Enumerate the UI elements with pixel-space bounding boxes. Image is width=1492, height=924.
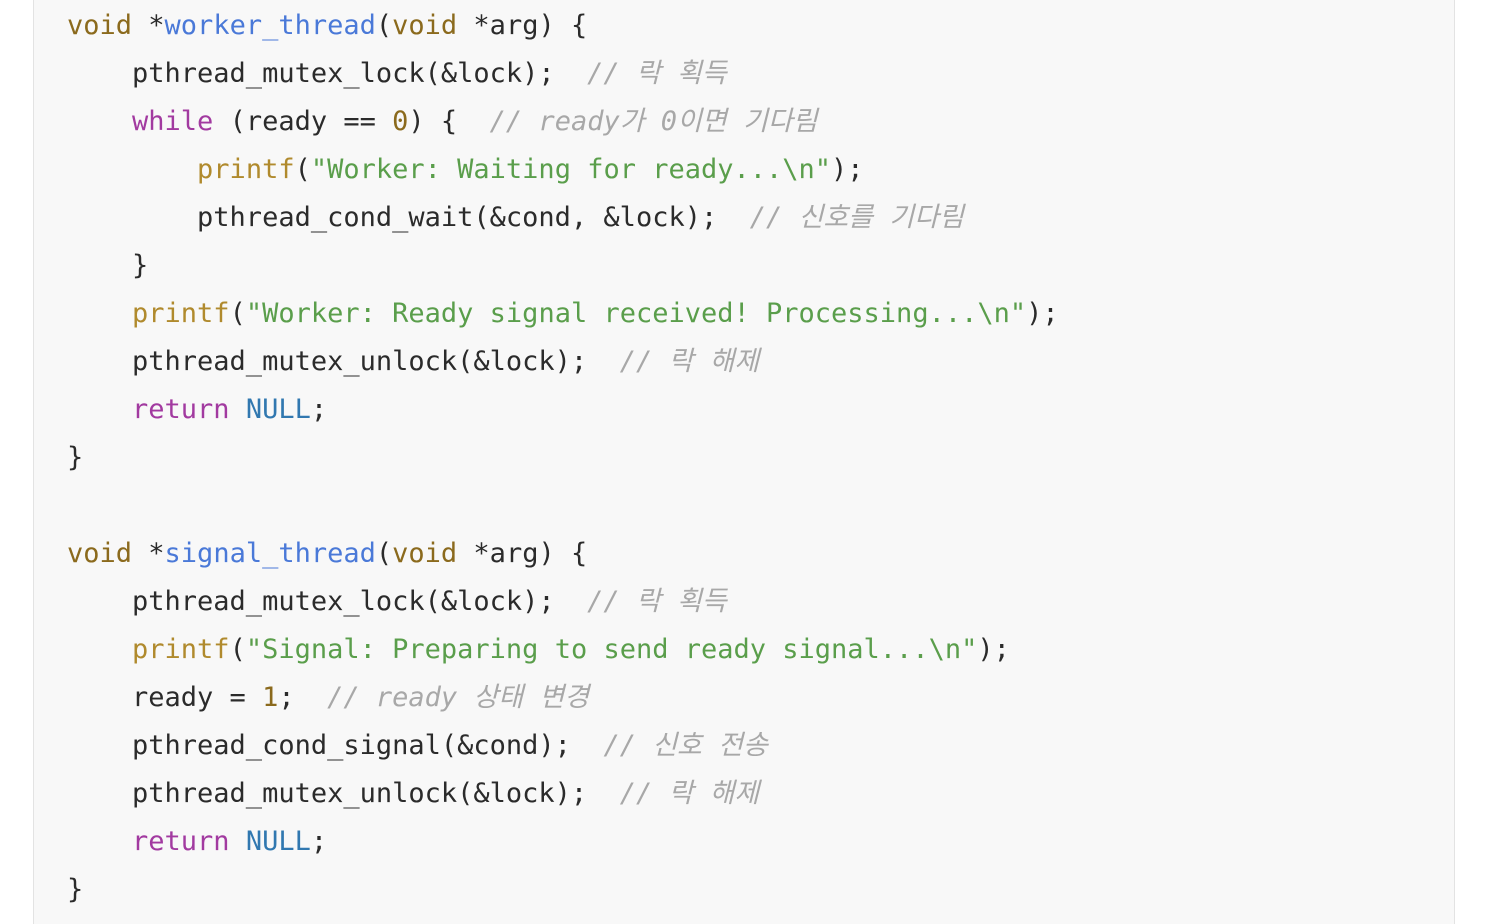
- code-line: return NULL;: [67, 818, 1059, 866]
- code-comment-token: // ready 상태 변경: [327, 682, 590, 713]
- code-text-token: ;: [278, 682, 328, 713]
- code-block: void *worker_thread(void *arg) { pthread…: [33, 0, 1455, 924]
- code-text-token: pthread_mutex_unlock(&lock);: [67, 346, 620, 377]
- type-token: void: [392, 10, 458, 41]
- code-line: pthread_mutex_lock(&lock); // 락 획득: [67, 578, 1059, 626]
- number-literal-token: 0: [392, 106, 409, 137]
- code-text-token: ;: [310, 394, 328, 425]
- builtin-function-token: printf: [197, 154, 295, 185]
- code-line: void *worker_thread(void *arg) {: [67, 2, 1059, 50]
- code-text-token: ;: [310, 826, 328, 857]
- code-text-token: }: [67, 442, 84, 473]
- code-line: pthread_mutex_lock(&lock); // 락 획득: [67, 50, 1059, 98]
- code-text-token: pthread_mutex_unlock(&lock);: [67, 778, 620, 809]
- code-line: printf("Worker: Ready signal received! P…: [67, 290, 1059, 338]
- type-token: void: [67, 538, 133, 569]
- function-name-token: signal_thread: [164, 538, 376, 569]
- string-literal-token: "Signal: Preparing to send ready signal.…: [245, 634, 978, 665]
- code-text-token: }: [67, 250, 149, 281]
- builtin-function-token: printf: [132, 298, 230, 329]
- code-text-token: );: [977, 634, 1010, 665]
- code-text-token: (ready ==: [213, 106, 393, 137]
- keyword-token: return: [132, 394, 230, 425]
- code-line: pthread_mutex_unlock(&lock); // 락 해제: [67, 770, 1059, 818]
- keyword-token: return: [132, 826, 230, 857]
- code-text-token: pthread_cond_signal(&cond);: [67, 730, 604, 761]
- code-text-token: (: [229, 634, 246, 665]
- string-literal-token: "Worker: Waiting for ready...\n": [310, 154, 832, 185]
- code-line: pthread_mutex_unlock(&lock); // 락 해제: [67, 338, 1059, 386]
- code-comment-token: // 신호를 기다림: [749, 202, 964, 233]
- code-text-token: }: [67, 874, 84, 905]
- code-line: }: [67, 434, 1059, 482]
- builtin-function-token: printf: [132, 634, 230, 665]
- code-line: ready = 1; // ready 상태 변경: [67, 674, 1059, 722]
- code-line: ​: [67, 482, 1059, 530]
- code-line: return NULL;: [67, 386, 1059, 434]
- code-line: printf("Worker: Waiting for ready...\n")…: [67, 146, 1059, 194]
- code-text-token: pthread_mutex_lock(&lock);: [67, 58, 588, 89]
- keyword-token: while: [132, 106, 214, 137]
- code-text-token: (: [229, 298, 246, 329]
- type-token: void: [67, 10, 133, 41]
- code-line: printf("Signal: Preparing to send ready …: [67, 626, 1059, 674]
- code-text-token: *arg) {: [457, 10, 588, 41]
- code-line: void *signal_thread(void *arg) {: [67, 530, 1059, 578]
- code-line: pthread_cond_wait(&cond, &lock); // 신호를 …: [67, 194, 1059, 242]
- code-text-token: *: [132, 538, 165, 569]
- code-comment-token: // ready가 0이면 기다림: [489, 106, 818, 137]
- constant-token: NULL: [245, 394, 311, 425]
- code-line: pthread_cond_signal(&cond); // 신호 전송: [67, 722, 1059, 770]
- function-name-token: worker_thread: [164, 10, 376, 41]
- code-comment-token: // 락 획득: [587, 58, 727, 89]
- code-line: }: [67, 866, 1059, 914]
- code-text-token: (: [294, 154, 311, 185]
- type-token: void: [392, 538, 458, 569]
- code-comment-token: // 신호 전송: [603, 730, 768, 761]
- code-text-token: pthread_mutex_lock(&lock);: [67, 586, 588, 617]
- code-text-token: *arg) {: [457, 538, 588, 569]
- code-text-token: );: [831, 154, 864, 185]
- code-lines: void *worker_thread(void *arg) { pthread…: [67, 2, 1059, 914]
- code-comment-token: // 락 해제: [619, 346, 760, 377]
- code-text-token: (: [375, 538, 393, 569]
- number-literal-token: 1: [262, 682, 279, 713]
- string-literal-token: "Worker: Ready signal received! Processi…: [245, 298, 1027, 329]
- code-text-token: *: [132, 10, 165, 41]
- code-text-token: ready =: [67, 682, 263, 713]
- code-text-token: pthread_cond_wait(&cond, &lock);: [67, 202, 750, 233]
- code-line: }: [67, 242, 1059, 290]
- code-text-token: (: [375, 10, 393, 41]
- code-comment-token: // 락 획득: [587, 586, 727, 617]
- code-comment-token: // 락 해제: [619, 778, 760, 809]
- code-line: while (ready == 0) { // ready가 0이면 기다림: [67, 98, 1059, 146]
- constant-token: NULL: [245, 826, 311, 857]
- code-text-token: ) {: [408, 106, 490, 137]
- code-text-token: );: [1026, 298, 1059, 329]
